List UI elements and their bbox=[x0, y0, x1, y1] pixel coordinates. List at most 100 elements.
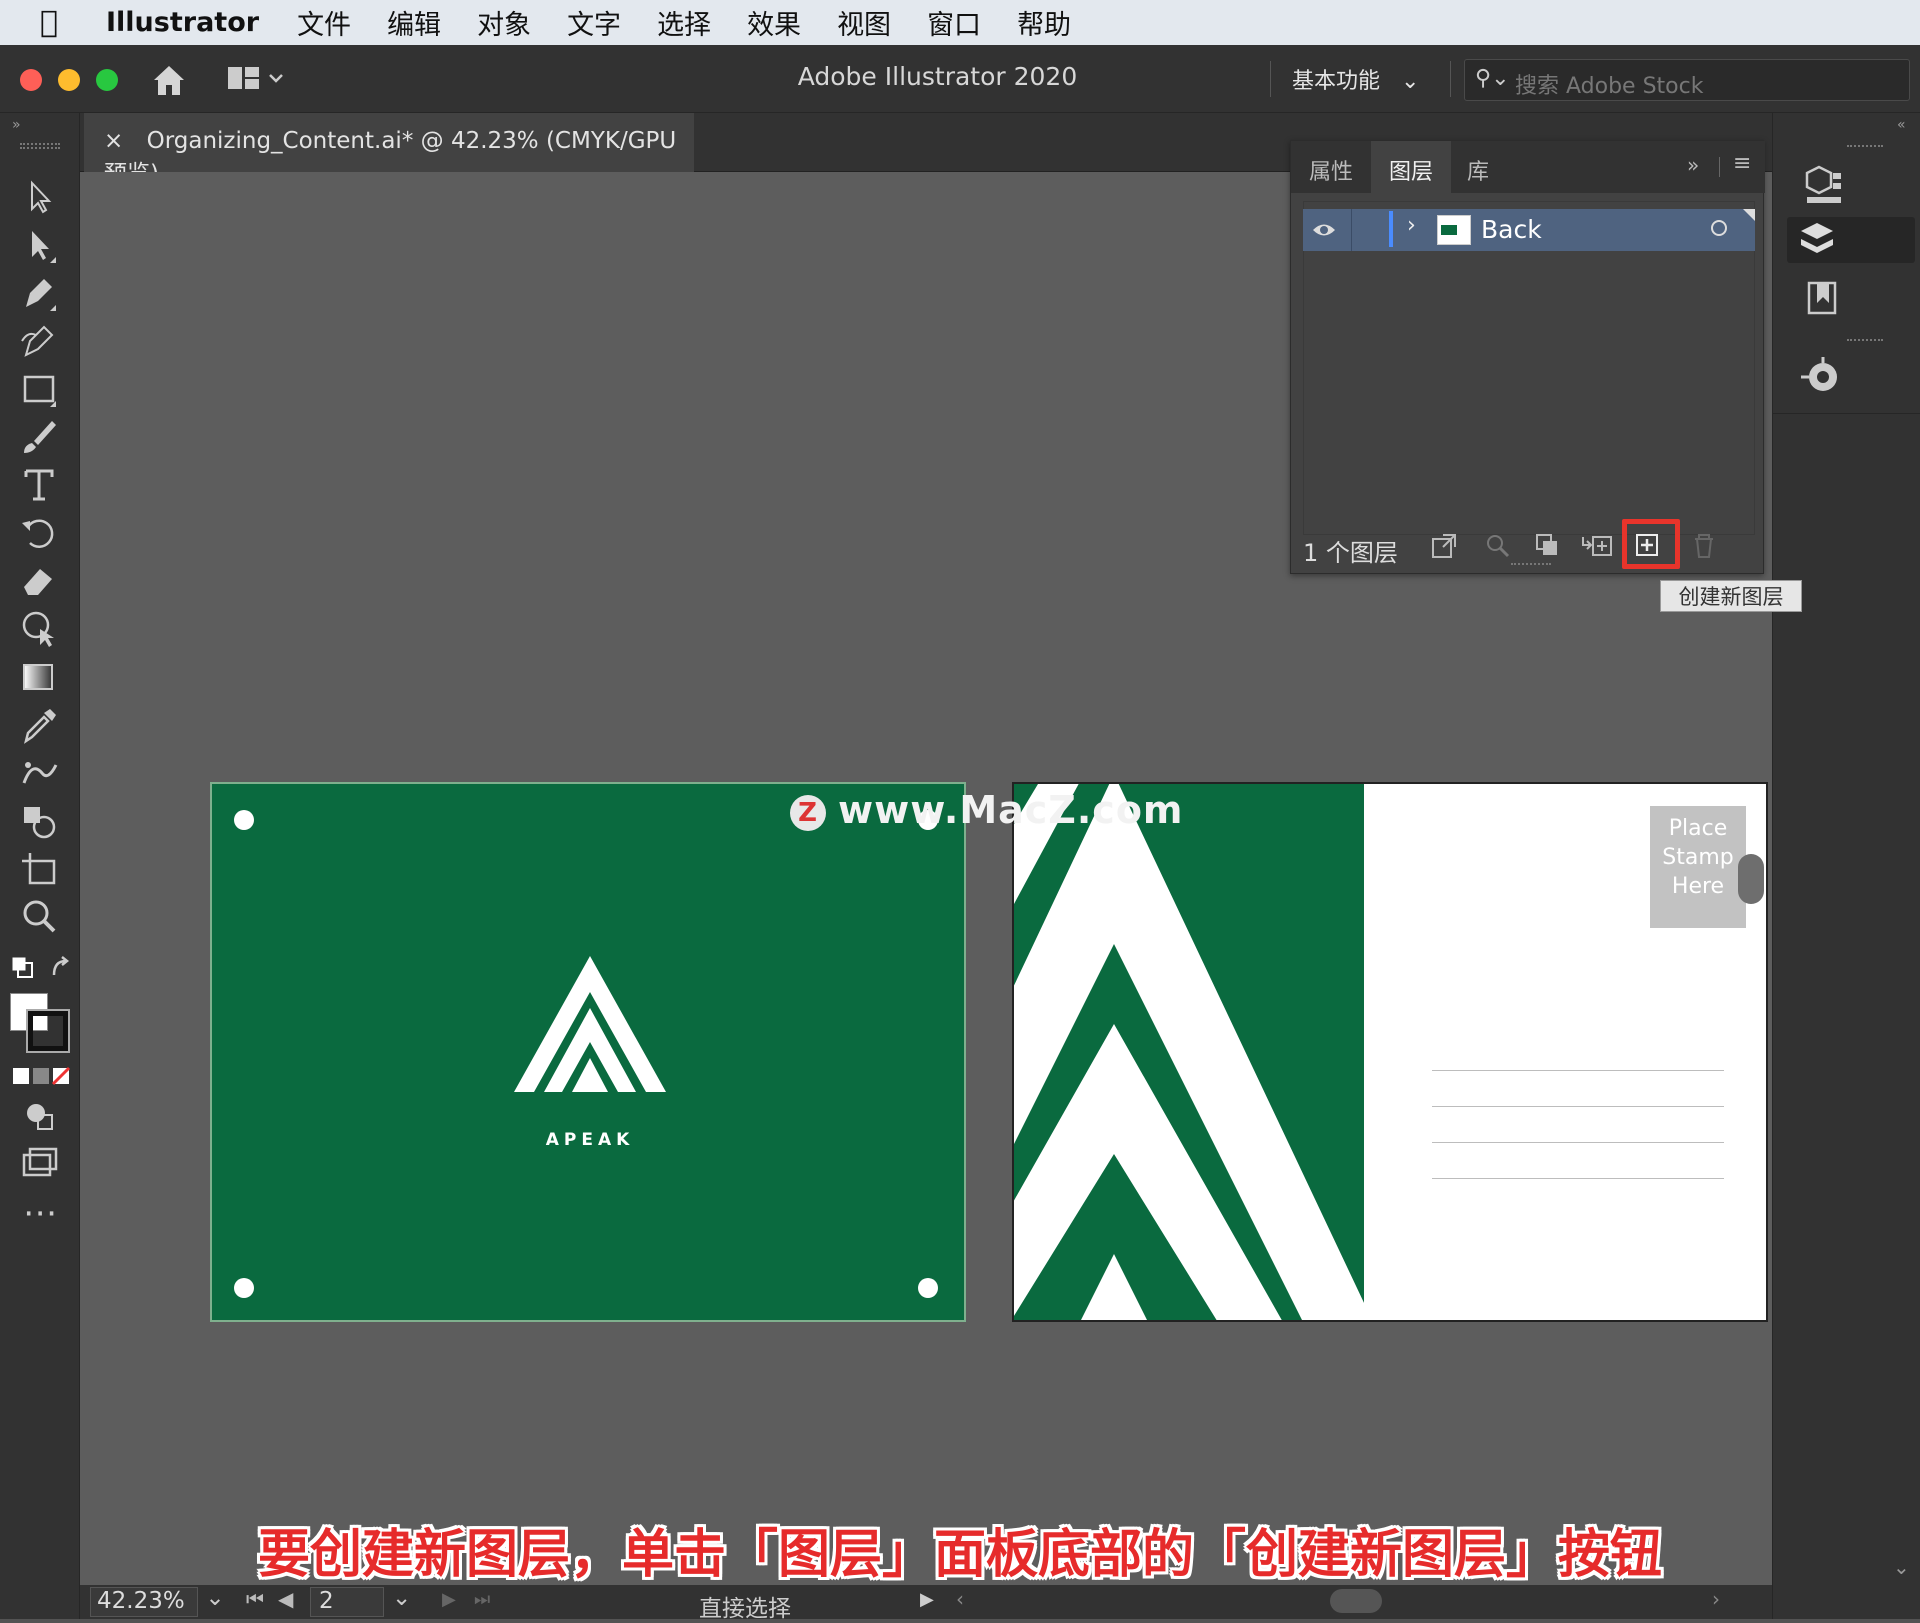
curvature-tool-icon[interactable] bbox=[18, 321, 62, 361]
shape-builder-tool-icon[interactable] bbox=[18, 801, 62, 841]
panel-collapse-icon[interactable]: » bbox=[1687, 153, 1699, 177]
zoom-tool-icon[interactable] bbox=[18, 897, 62, 937]
locate-object-icon[interactable] bbox=[1485, 533, 1511, 559]
stock-search-input[interactable]: ⚲⌄ 搜索 Adobe Stock bbox=[1464, 59, 1910, 101]
chevron-down-icon: ⌄ bbox=[1401, 69, 1420, 94]
layer-row[interactable]: › Back bbox=[1303, 209, 1755, 251]
apple-icon[interactable]:  bbox=[40, 5, 92, 40]
layer-target-icon[interactable] bbox=[1711, 220, 1727, 236]
selection-tool-icon[interactable] bbox=[18, 177, 62, 217]
properties-panel-icon[interactable] bbox=[1787, 161, 1875, 207]
layers-panel-button[interactable] bbox=[1787, 217, 1915, 263]
address-line bbox=[1432, 1142, 1724, 1143]
create-sublayer-icon[interactable] bbox=[1581, 533, 1615, 559]
tab-layers[interactable]: 图层 bbox=[1371, 141, 1451, 193]
tab-libraries[interactable]: 库 bbox=[1451, 141, 1505, 193]
scroll-left-icon[interactable]: ‹ bbox=[956, 1587, 964, 1611]
layers-panel: 属性 图层 库 » ≡ › Back 1 个图层 bbox=[1290, 140, 1765, 574]
tools-panel: » ⋯ bbox=[0, 113, 80, 1619]
zoom-level-field[interactable]: 42.23% bbox=[90, 1587, 198, 1617]
draw-mode-icon[interactable] bbox=[18, 1095, 62, 1135]
workspace-switcher[interactable]: 基本功能 ⌄ bbox=[1292, 63, 1419, 95]
menu-select[interactable]: 选择 bbox=[657, 3, 711, 42]
address-line bbox=[1432, 1070, 1724, 1071]
menu-window[interactable]: 窗口 bbox=[927, 3, 981, 42]
corner-hole bbox=[918, 1278, 938, 1298]
pen-tool-icon[interactable] bbox=[18, 273, 62, 313]
gradient-tool-icon[interactable] bbox=[18, 657, 62, 697]
collect-for-export-icon[interactable] bbox=[1431, 533, 1457, 559]
layers-list[interactable] bbox=[1303, 201, 1755, 535]
menu-file[interactable]: 文件 bbox=[297, 3, 351, 42]
delete-layer-icon[interactable] bbox=[1691, 533, 1717, 559]
grip-icon[interactable] bbox=[1847, 339, 1883, 345]
eraser-tool-icon[interactable] bbox=[18, 561, 62, 601]
close-tab-icon[interactable]: × bbox=[104, 128, 123, 154]
stamp-placeholder: Place Stamp Here bbox=[1650, 806, 1746, 928]
panel-tabs: 属性 图层 库 » ≡ bbox=[1291, 141, 1765, 193]
visibility-eye-icon[interactable] bbox=[1311, 219, 1337, 241]
color-mode-icons[interactable] bbox=[12, 1065, 72, 1087]
address-line bbox=[1432, 1106, 1724, 1107]
artboard-front[interactable]: APEAK bbox=[210, 782, 966, 1322]
rectangle-tool-icon[interactable] bbox=[18, 369, 62, 409]
menu-view[interactable]: 视图 bbox=[837, 3, 891, 42]
corner-hole bbox=[234, 1278, 254, 1298]
menu-type[interactable]: 文字 bbox=[567, 3, 621, 42]
panel-resize-grip[interactable] bbox=[1511, 563, 1551, 569]
first-artboard-icon[interactable]: ⏮ bbox=[246, 1587, 264, 1611]
type-tool-icon[interactable] bbox=[18, 465, 62, 505]
horizontal-scrollbar-thumb[interactable] bbox=[1330, 1589, 1382, 1613]
scroll-right-icon[interactable]: › bbox=[1712, 1587, 1720, 1611]
last-artboard-icon[interactable]: ⏭ bbox=[474, 1589, 490, 1610]
grip-icon[interactable] bbox=[20, 143, 60, 149]
artboard-dropdown-chevron-icon[interactable]: ⌄ bbox=[392, 1585, 411, 1611]
artboard-number-field[interactable]: 2 bbox=[310, 1587, 384, 1617]
watermark: Zwww.MacZ.com bbox=[790, 788, 1184, 832]
screen-mode-icon[interactable] bbox=[18, 1143, 62, 1183]
status-menu-arrow-icon[interactable]: ▶ bbox=[920, 1589, 934, 1610]
corner-hole bbox=[234, 810, 254, 830]
creative-cloud-icon[interactable] bbox=[1787, 353, 1875, 399]
layer-thumbnail bbox=[1437, 215, 1471, 245]
more-tools-icon[interactable]: ⋯ bbox=[18, 1196, 62, 1243]
paintbrush-tool-icon[interactable] bbox=[18, 417, 62, 457]
tutorial-caption: 要创建新图层，单击「图层」面板底部的「创建新图层」按钮 bbox=[257, 1525, 1662, 1585]
layer-count: 1 个图层 bbox=[1303, 539, 1398, 567]
artboard-back[interactable]: Place Stamp Here bbox=[1012, 782, 1768, 1322]
watermark-badge: Z bbox=[790, 794, 826, 831]
stroke-color-swatch[interactable] bbox=[26, 1009, 70, 1053]
libraries-panel-icon[interactable] bbox=[1787, 275, 1875, 321]
zoom-dropdown-chevron-icon[interactable]: ⌄ bbox=[198, 1585, 232, 1619]
expand-panels-icon[interactable]: « bbox=[1897, 117, 1906, 133]
panel-menu-icon[interactable]: ≡ bbox=[1733, 151, 1751, 176]
stamp-line: Place bbox=[1668, 816, 1728, 841]
app-menu[interactable]: Illustrator bbox=[106, 7, 259, 38]
menu-object[interactable]: 对象 bbox=[477, 3, 531, 42]
eyedropper-tool-icon[interactable] bbox=[18, 705, 62, 745]
menu-help[interactable]: 帮助 bbox=[1017, 3, 1071, 42]
vertical-scrollbar-thumb[interactable] bbox=[1738, 854, 1764, 904]
tab-properties[interactable]: 属性 bbox=[1291, 141, 1371, 193]
symbol-sprayer-tool-icon[interactable] bbox=[18, 753, 62, 793]
expand-layer-chevron-icon[interactable]: › bbox=[1407, 213, 1416, 238]
layer-name[interactable]: Back bbox=[1481, 215, 1542, 244]
menu-edit[interactable]: 编辑 bbox=[387, 3, 441, 42]
app-titlebar: Adobe Illustrator 2020 基本功能 ⌄ ⚲⌄ 搜索 Adob… bbox=[0, 45, 1920, 113]
swap-fill-stroke-icon[interactable] bbox=[10, 953, 74, 987]
make-clipping-mask-icon[interactable] bbox=[1535, 533, 1561, 559]
grip-icon[interactable] bbox=[1847, 145, 1883, 151]
puppet-warp-tool-icon[interactable] bbox=[18, 609, 62, 649]
direct-selection-tool-icon[interactable] bbox=[18, 225, 62, 265]
create-new-layer-highlight[interactable] bbox=[1622, 519, 1680, 569]
tooltip: 创建新图层 bbox=[1660, 580, 1802, 612]
artboard-tool-icon[interactable] bbox=[18, 849, 62, 889]
previous-artboard-icon[interactable]: ◀ bbox=[278, 1587, 293, 1611]
apeak-logo-mark bbox=[514, 956, 666, 1092]
next-artboard-icon[interactable]: ▶ bbox=[442, 1589, 456, 1610]
rotate-tool-icon[interactable] bbox=[18, 513, 62, 553]
menu-effect[interactable]: 效果 bbox=[747, 3, 801, 42]
document-tab[interactable]: × Organizing_Content.ai* @ 42.23% (CMYK/… bbox=[84, 113, 694, 187]
layers-icon bbox=[1801, 223, 1833, 253]
collapse-panel-icon[interactable]: » bbox=[12, 117, 21, 133]
